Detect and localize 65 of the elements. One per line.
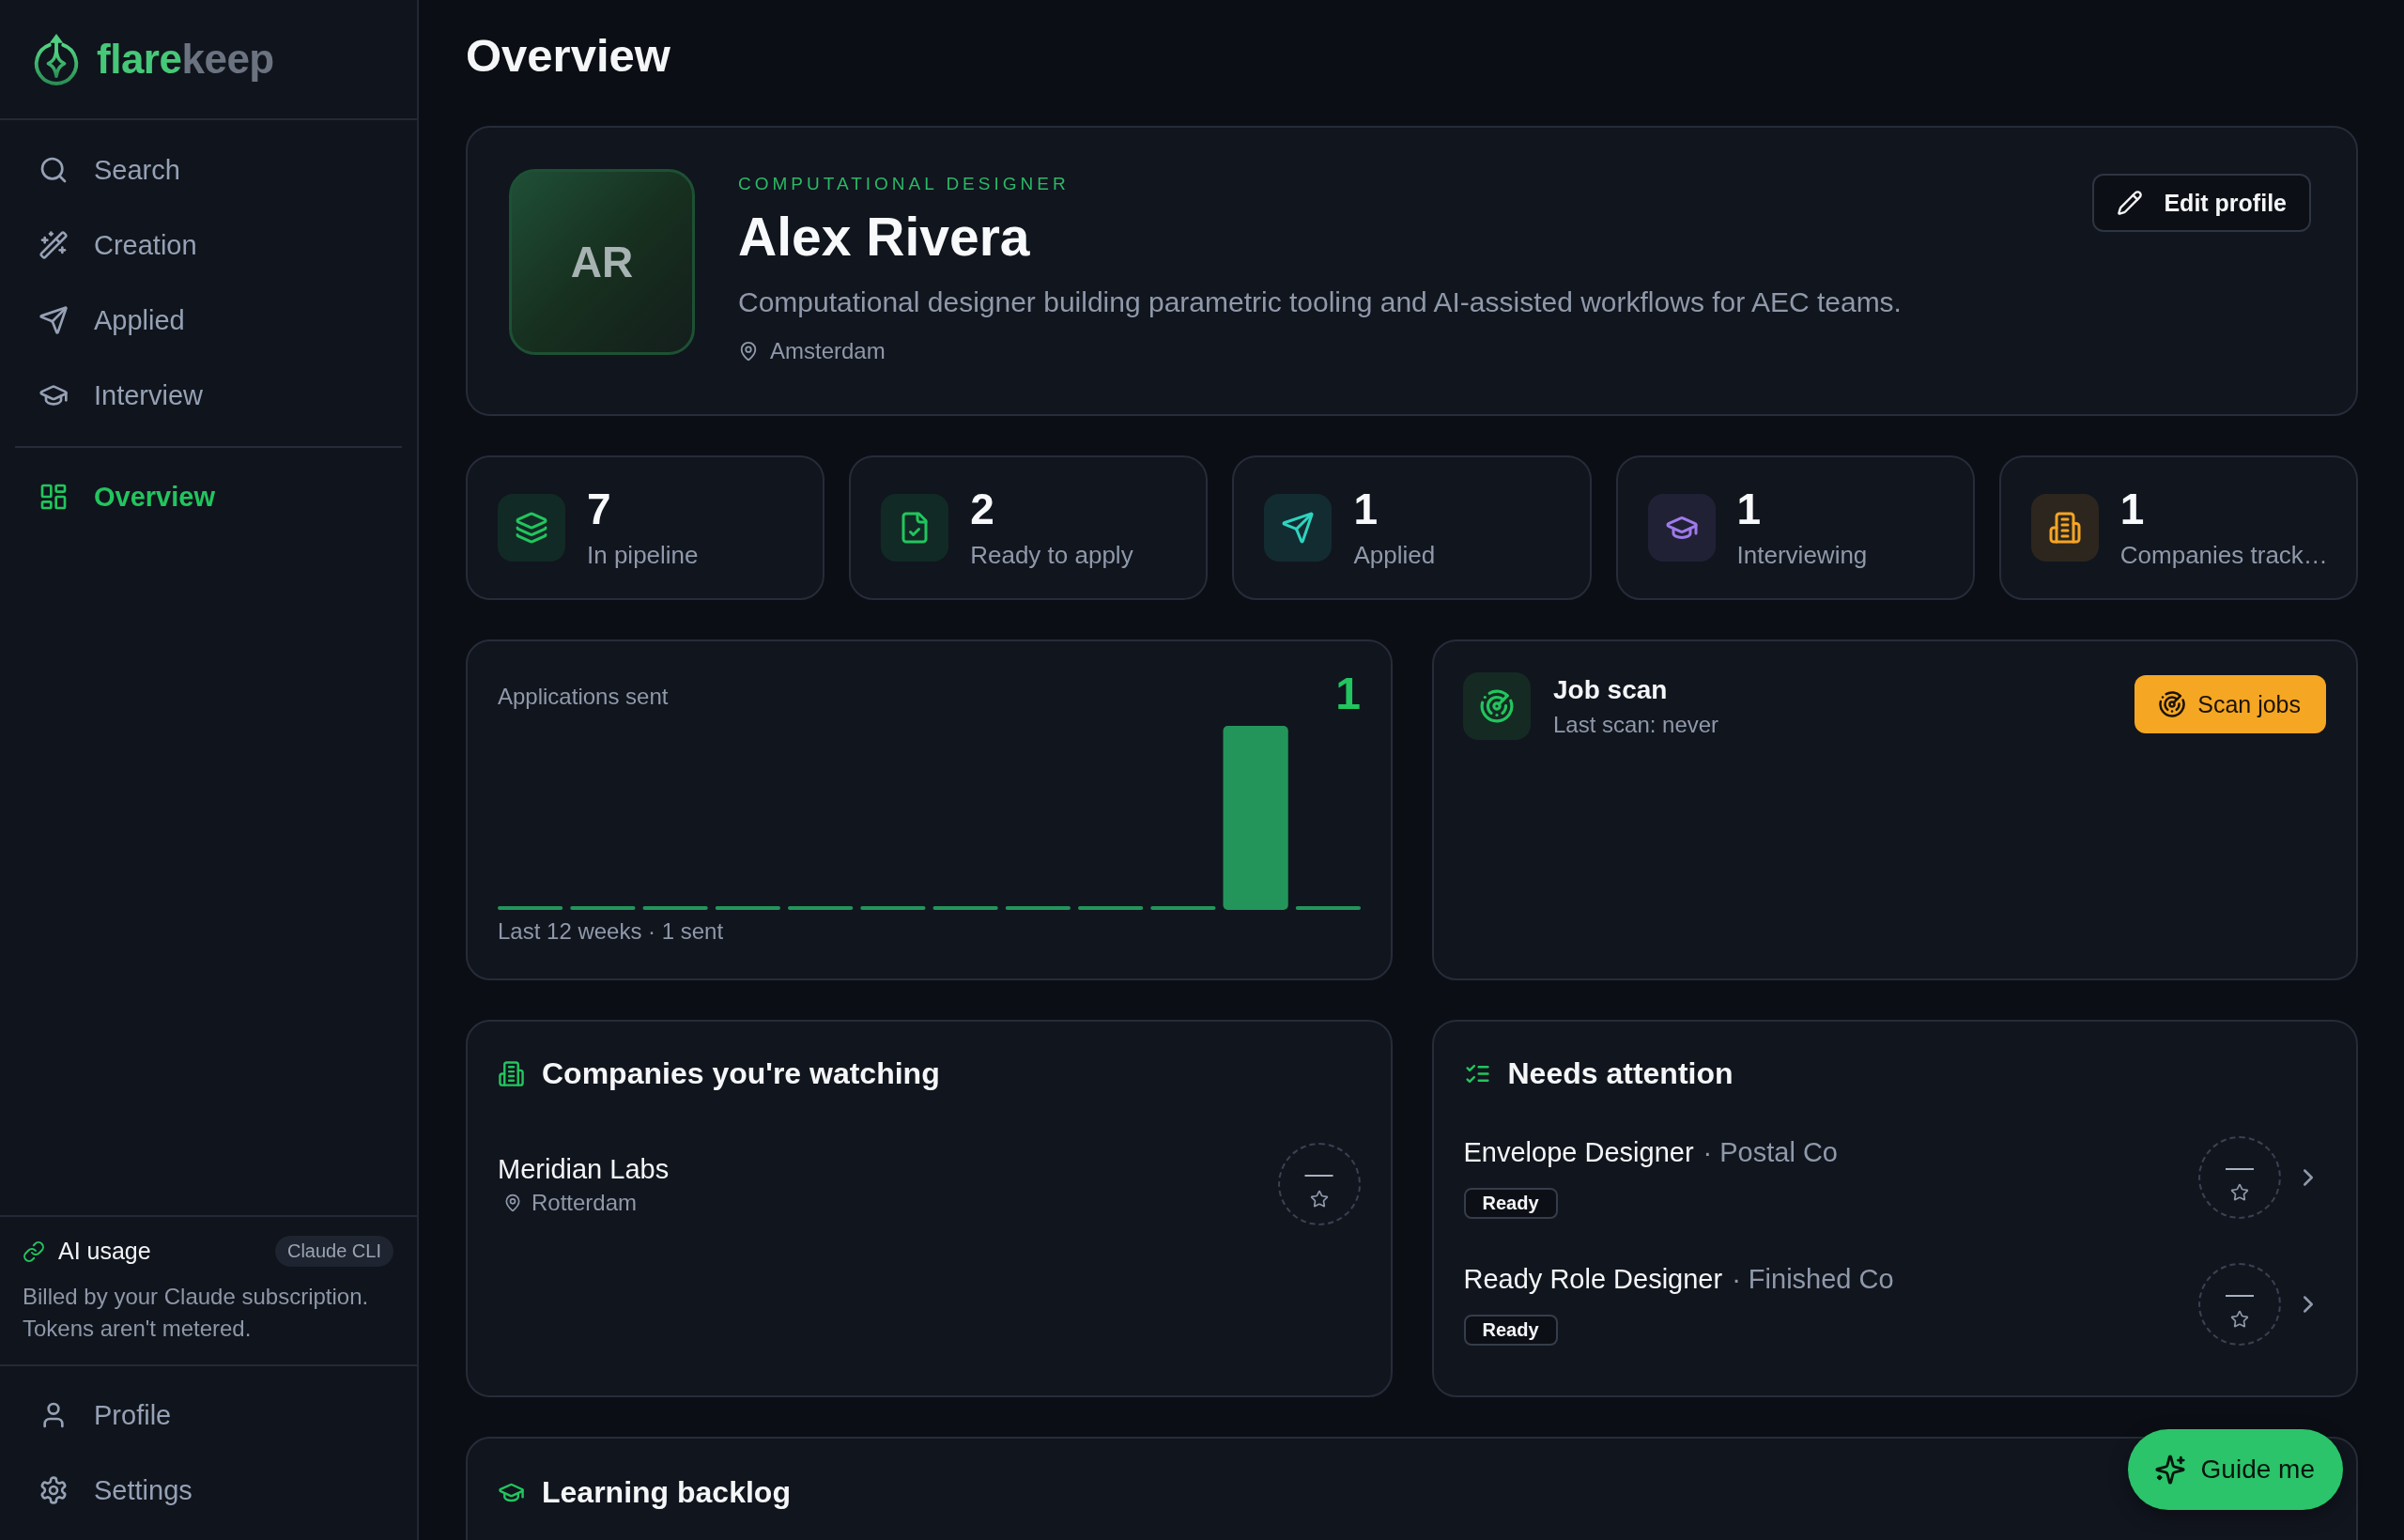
status-tag: Ready — [1463, 1188, 1558, 1219]
stat-value: 2 — [970, 485, 994, 533]
guide-me-button[interactable]: Guide me — [2127, 1429, 2343, 1510]
last-scan-status: Last scan: never — [1553, 711, 1719, 739]
nav-item[interactable]: Applied — [15, 283, 402, 358]
company-location: Rotterdam — [532, 1188, 638, 1217]
stat-label: In pipeline — [587, 539, 699, 571]
profile-name: Alex Rivera — [738, 206, 1030, 269]
profile-location: Amsterdam — [770, 337, 886, 365]
provider-badge: Claude CLI — [274, 1236, 393, 1267]
search-icon — [39, 155, 69, 185]
chart-caption: Last 12 weeks · 1 sent — [498, 917, 724, 945]
dashboard-grid-icon — [39, 482, 69, 512]
radar-icon — [2158, 690, 2187, 718]
scan-jobs-button[interactable]: Scan jobs — [2134, 675, 2326, 733]
company-name: · Finished Co — [1732, 1263, 1894, 1296]
profile-headline: COMPUTATIONAL DESIGNER — [738, 173, 1070, 195]
nav-item[interactable]: Overview — [15, 459, 402, 534]
nav-item[interactable]: Search — [15, 132, 402, 208]
star-icon — [2230, 1309, 2249, 1329]
nav-item[interactable]: Creation — [15, 208, 402, 283]
link-icon — [23, 1240, 45, 1263]
status-tag: Ready — [1463, 1315, 1558, 1346]
edit-profile-button[interactable]: Edit profile — [2092, 174, 2311, 232]
location-pin-icon — [738, 341, 759, 362]
score-value: — — [1304, 1160, 1333, 1188]
stat-label: Ready to apply — [970, 539, 1133, 571]
radar-icon — [1463, 672, 1531, 740]
star-icon — [1309, 1190, 1329, 1209]
profile-bio: Computational designer building parametric tooling and AI-assisted workflows for AEC teams. — [738, 285, 1902, 319]
job-scan-title: Job scan — [1553, 674, 1669, 706]
section-title: Needs attention — [1507, 1055, 1734, 1091]
section-title: Companies you're watching — [542, 1055, 940, 1091]
company-name: · Postal Co — [1703, 1136, 1838, 1169]
job-title: Ready Role Designer — [1463, 1263, 1723, 1296]
avatar-initials: AR — [509, 169, 695, 355]
page-title: Overview — [466, 29, 670, 83]
chart-total: 1 — [1335, 667, 1361, 719]
nav-item[interactable]: Profile — [15, 1378, 402, 1453]
magic-wand-icon — [39, 230, 69, 260]
stat-value: 7 — [587, 485, 611, 533]
section-title: Learning backlog — [542, 1474, 791, 1510]
nav-item[interactable]: Settings — [15, 1453, 402, 1528]
brand-name: flarekeep — [97, 36, 274, 83]
ai-usage-title: AI usage — [58, 1238, 151, 1265]
stat-label: Applied — [1353, 539, 1436, 571]
building-icon — [498, 1059, 525, 1087]
stat-label: Interviewing — [1736, 539, 1868, 571]
stat-value: 1 — [2119, 485, 2145, 533]
job-title: Envelope Designer — [1463, 1136, 1694, 1169]
billing-note: Billed by your Claude subscription. Tokens aren't metered. — [23, 1283, 370, 1343]
score-value: — — [2226, 1279, 2254, 1308]
location-pin-icon — [503, 1193, 522, 1212]
company-name: Meridian Labs — [498, 1152, 670, 1186]
pencil-icon — [2117, 190, 2144, 216]
stat-value: 1 — [1353, 485, 1378, 533]
stat-label: Companies track… — [2119, 539, 2328, 571]
nav-item[interactable]: Interview — [15, 358, 402, 433]
chart-title: Applications sent — [498, 684, 669, 710]
score-value: — — [2226, 1152, 2254, 1181]
sparkle-icon — [2153, 1454, 2186, 1486]
settings-icon — [39, 1475, 69, 1505]
star-icon — [2230, 1182, 2249, 1202]
paper-plane-icon — [39, 305, 69, 335]
stat-value: 1 — [1736, 485, 1762, 533]
